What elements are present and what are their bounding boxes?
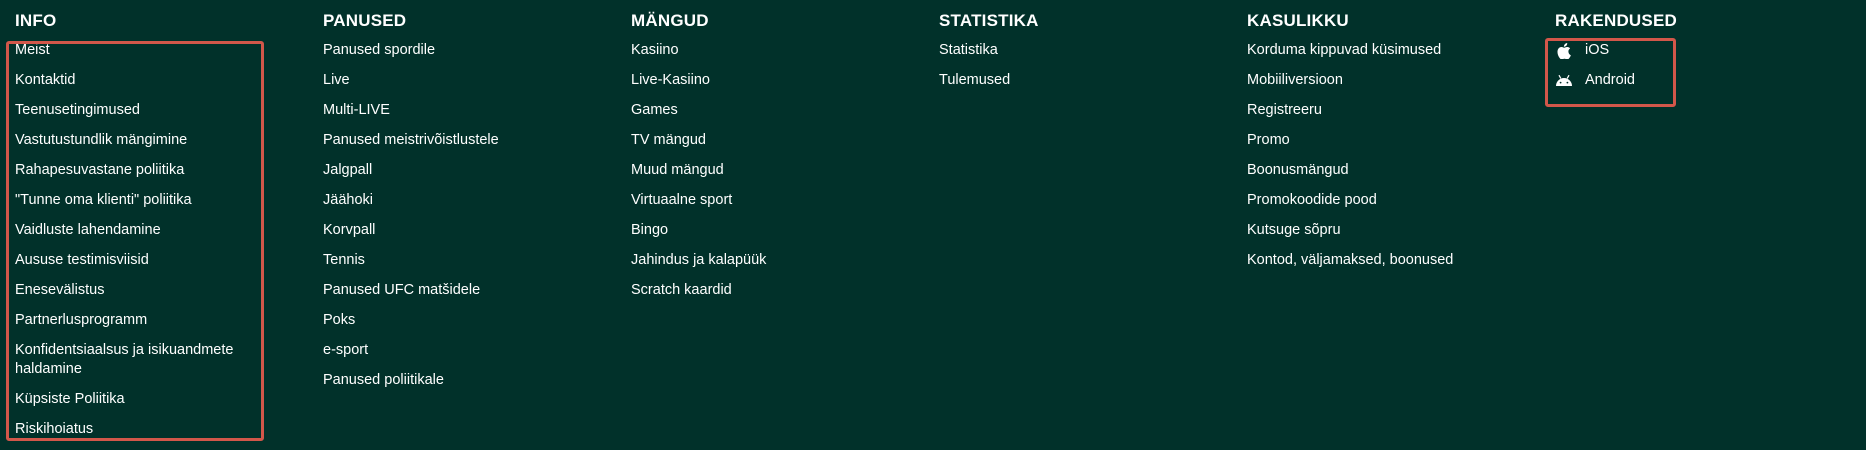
link-panused-spordile[interactable]: Panused spordile [323,41,499,60]
link-muud-mangud[interactable]: Muud mängud [631,161,766,180]
info-links-list: Meist Kontaktid Teenusetingimused Vastut… [15,41,265,450]
link-live-kasiino[interactable]: Live-Kasiino [631,71,766,90]
link-promokoodide-pood[interactable]: Promokoodide pood [1247,191,1453,210]
link-promo[interactable]: Promo [1247,131,1453,150]
link-panused-poliitikale[interactable]: Panused poliitikale [323,371,499,390]
link-tennis[interactable]: Tennis [323,251,499,270]
link-poks[interactable]: Poks [323,311,499,330]
link-jaahoki[interactable]: Jäähoki [323,191,499,210]
link-scratch-kaardid[interactable]: Scratch kaardid [631,281,766,300]
link-riskihoiatus[interactable]: Riskihoiatus [15,420,265,439]
column-title-info: INFO [15,11,57,30]
android-icon [1555,72,1573,90]
link-jalgpall[interactable]: Jalgpall [323,161,499,180]
column-title-panused: PANUSED [323,11,407,30]
link-vastutustundlik-mangimine[interactable]: Vastutustundlik mängimine [15,131,265,150]
link-bingo[interactable]: Bingo [631,221,766,240]
link-rahapesuvastane-poliitika[interactable]: Rahapesuvastane poliitika [15,161,265,180]
link-e-sport[interactable]: e-sport [323,341,499,360]
link-kutsuge-sopru[interactable]: Kutsuge sõpru [1247,221,1453,240]
app-label-ios: iOS [1585,42,1610,58]
link-boonusmangud[interactable]: Boonusmängud [1247,161,1453,180]
link-kupsiste-poliitika[interactable]: Küpsiste Poliitika [15,390,265,409]
apple-icon [1555,42,1573,60]
link-panused-ufc[interactable]: Panused UFC matšidele [323,281,499,300]
column-title-rakendused: RAKENDUSED [1555,11,1677,30]
mangud-links-list: Kasiino Live-Kasiino Games TV mängud Muu… [631,41,766,311]
statistika-links-list: Statistika Tulemused [939,41,1010,101]
link-korduma-kippuvad-kusimused[interactable]: Korduma kippuvad küsimused [1247,41,1453,60]
link-tv-mangud[interactable]: TV mängud [631,131,766,150]
link-registreeru[interactable]: Registreeru [1247,101,1453,120]
link-statistika[interactable]: Statistika [939,41,1010,60]
link-enesevalistus[interactable]: Enesevälistus [15,281,265,300]
link-konfidentsiaalsus[interactable]: Konfidentsiaalsus ja isikuandmete haldam… [15,341,265,379]
link-kontaktid[interactable]: Kontaktid [15,71,265,90]
link-tulemused[interactable]: Tulemused [939,71,1010,90]
link-multi-live[interactable]: Multi-LIVE [323,101,499,120]
column-title-statistika: STATISTIKA [939,11,1039,30]
column-title-mangud: MÄNGUD [631,11,709,30]
link-tunne-oma-klienti[interactable]: "Tunne oma klienti" poliitika [15,191,265,210]
link-games[interactable]: Games [631,101,766,120]
rakendused-links-list: iOS Android [1555,41,1635,101]
link-kontod-valjamaksed-boonused[interactable]: Kontod, väljamaksed, boonused [1247,251,1453,270]
app-link-android[interactable]: Android [1555,71,1635,90]
link-kasiino[interactable]: Kasiino [631,41,766,60]
link-partnerlusprogramm[interactable]: Partnerlusprogramm [15,311,265,330]
link-jahindus-ja-kalapuuk[interactable]: Jahindus ja kalapüük [631,251,766,270]
link-virtuaalne-sport[interactable]: Virtuaalne sport [631,191,766,210]
link-panused-meistrivoistlustele[interactable]: Panused meistrivõistlustele [323,131,499,150]
link-aususe-testimisviisid[interactable]: Aususe testimisviisid [15,251,265,270]
link-meist[interactable]: Meist [15,41,265,60]
link-vaidluste-lahendamine[interactable]: Vaidluste lahendamine [15,221,265,240]
link-live[interactable]: Live [323,71,499,90]
link-mobiiliversioon[interactable]: Mobiiliversioon [1247,71,1453,90]
panused-links-list: Panused spordile Live Multi-LIVE Panused… [323,41,499,401]
link-teenusetingimused[interactable]: Teenusetingimused [15,101,265,120]
app-link-ios[interactable]: iOS [1555,41,1635,60]
app-label-android: Android [1585,72,1635,88]
kasulikku-links-list: Korduma kippuvad küsimused Mobiiliversio… [1247,41,1453,281]
link-korvpall[interactable]: Korvpall [323,221,499,240]
column-title-kasulikku: KASULIKKU [1247,11,1349,30]
